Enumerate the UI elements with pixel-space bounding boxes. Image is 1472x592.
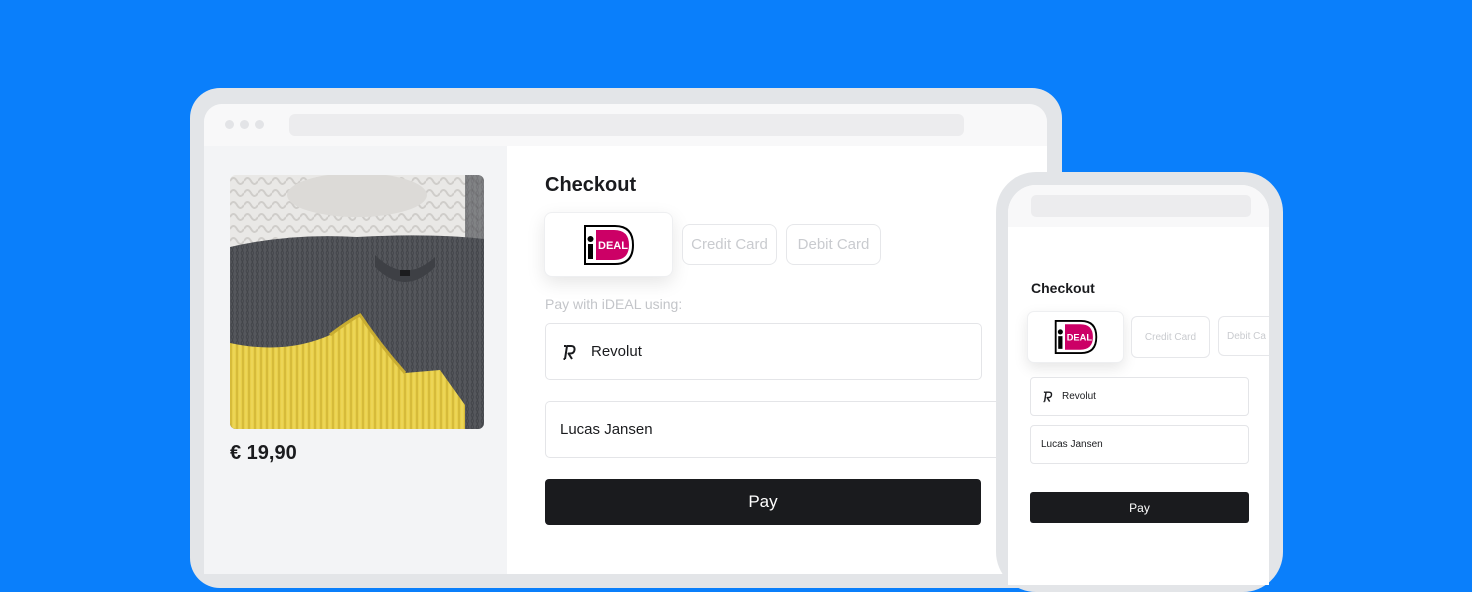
name-value: Lucas Jansen xyxy=(560,421,653,438)
sweaters-photo xyxy=(230,175,484,429)
svg-text:DEAL: DEAL xyxy=(1067,332,1093,342)
checkout-title: Checkout xyxy=(545,174,637,196)
ideal-logo-icon: DEAL xyxy=(584,225,635,265)
mobile-credit-card-method-button[interactable]: Credit Card xyxy=(1131,316,1210,358)
revolut-icon xyxy=(1043,391,1053,403)
ideal-method-card[interactable]: DEAL xyxy=(544,212,673,277)
phone-address-bar[interactable] xyxy=(1031,195,1251,217)
bank-value: Revolut xyxy=(591,343,642,360)
mobile-ideal-method-card[interactable]: DEAL xyxy=(1027,311,1124,363)
pay-button[interactable]: Pay xyxy=(545,479,981,525)
debit-card-method-button[interactable]: Debit Card xyxy=(786,224,881,265)
revolut-icon xyxy=(563,344,576,360)
bank-select[interactable]: Revolut xyxy=(545,323,982,380)
browser-window: € 19,90 Checkout DEAL Credit Card Debit … xyxy=(204,104,1047,574)
phone-screen: Checkout DEAL Credit Card Debit Ca Revol… xyxy=(1008,185,1269,585)
mobile-bank-select[interactable]: Revolut xyxy=(1030,377,1249,416)
mobile-phone-mockup: Checkout DEAL Credit Card Debit Ca Revol… xyxy=(996,172,1283,592)
name-field[interactable]: Lucas Jansen xyxy=(545,401,1016,458)
mobile-name-value: Lucas Jansen xyxy=(1041,439,1103,450)
window-dot xyxy=(240,120,249,129)
ideal-logo-icon: DEAL xyxy=(1054,319,1098,355)
checkout-panel: Checkout DEAL Credit Card Debit Card Pay… xyxy=(507,146,1047,574)
browser-toolbar xyxy=(204,104,1047,146)
window-dot xyxy=(225,120,234,129)
product-panel: € 19,90 xyxy=(204,146,507,574)
pay-with-label: Pay with iDEAL using: xyxy=(545,296,683,312)
address-bar[interactable] xyxy=(289,114,964,136)
svg-text:DEAL: DEAL xyxy=(598,240,628,252)
mobile-bank-value: Revolut xyxy=(1062,391,1096,402)
product-price: € 19,90 xyxy=(230,442,297,464)
mobile-name-field[interactable]: Lucas Jansen xyxy=(1030,425,1249,464)
credit-card-method-button[interactable]: Credit Card xyxy=(682,224,777,265)
mobile-checkout-title: Checkout xyxy=(1031,280,1095,296)
product-image xyxy=(230,175,484,429)
mobile-pay-button[interactable]: Pay xyxy=(1030,492,1249,523)
window-dot xyxy=(255,120,264,129)
desktop-browser-mockup: € 19,90 Checkout DEAL Credit Card Debit … xyxy=(190,88,1062,588)
mobile-debit-card-method-button[interactable]: Debit Ca xyxy=(1218,316,1269,356)
phone-browser-toolbar xyxy=(1008,185,1269,227)
